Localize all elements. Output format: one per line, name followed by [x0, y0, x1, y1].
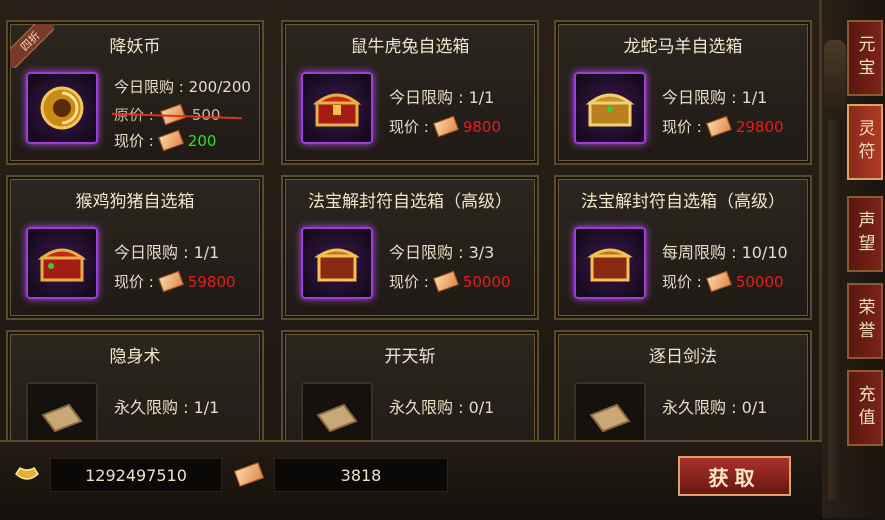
item-grid: 四折 降妖币 今日限购 : 200/200 原价 : 500 现价 : 200 …: [6, 20, 818, 440]
item-title: 降妖币: [109, 37, 161, 57]
tab-rongyu[interactable]: 荣誉: [847, 283, 883, 359]
current-price-value: 59800: [187, 272, 236, 291]
ticket-icon: [432, 270, 459, 293]
purchase-limit: 今日限购 : 1/1: [389, 88, 495, 107]
ticket-amount-field: 3818: [274, 458, 448, 492]
shop-item-card[interactable]: 法宝解封符自选箱（高级） 今日限购 : 3/3 现价 : 50000: [281, 175, 539, 320]
current-price-value: 50000: [462, 272, 511, 291]
red-chest-icon[interactable]: [26, 227, 98, 299]
current-price-label: 现价 :: [114, 273, 154, 291]
purchase-limit: 永久限购 : 0/1: [662, 398, 768, 417]
current-price-label: 现价 :: [389, 273, 429, 291]
tab-lingfu[interactable]: 灵符: [847, 104, 883, 180]
tab-chongzhi[interactable]: 充值: [847, 370, 883, 446]
ticket-icon: [432, 115, 459, 138]
shop-item-card[interactable]: 猴鸡狗猪自选箱 今日限购 : 1/1 现价 : 59800: [6, 175, 264, 320]
gold-coin-icon[interactable]: [26, 72, 98, 144]
ticket-icon: [157, 270, 184, 293]
purchase-limit: 今日限购 : 1/1: [662, 88, 768, 107]
item-title: 法宝解封符自选箱（高级）: [581, 192, 785, 212]
purchase-limit: 今日限购 : 1/1: [114, 243, 220, 262]
scroll-book-icon[interactable]: [26, 382, 98, 440]
item-title: 猴鸡狗猪自选箱: [75, 192, 195, 212]
purchase-limit: 永久限购 : 0/1: [389, 398, 495, 417]
lantern-icon: [824, 40, 846, 110]
tab-yuanbao[interactable]: 元宝: [847, 20, 883, 96]
gold-chest-icon[interactable]: [574, 72, 646, 144]
current-price: 现价 : 59800: [114, 270, 236, 293]
current-price-value: 200: [187, 131, 217, 150]
item-title: 逐日剑法: [649, 347, 717, 367]
shop-panel: 四折 降妖币 今日限购 : 200/200 原价 : 500 现价 : 200 …: [0, 0, 822, 520]
ticket-icon: [705, 115, 732, 138]
ticket-icon: [705, 270, 732, 293]
purchase-limit: 永久限购 : 1/1: [114, 398, 220, 417]
gold-chest-icon[interactable]: [574, 227, 646, 299]
current-price: 现价 : 200: [114, 129, 217, 152]
current-price-label: 现价 :: [114, 132, 154, 150]
scroll-book-icon[interactable]: [574, 382, 646, 440]
shop-item-card[interactable]: 龙蛇马羊自选箱 今日限购 : 1/1 现价 : 29800: [554, 20, 812, 165]
ticket-icon: [157, 129, 184, 152]
shop-item-card[interactable]: 隐身术 永久限购 : 1/1: [6, 330, 264, 440]
tab-shengwang[interactable]: 声望: [847, 196, 883, 272]
original-price-value: 500: [191, 105, 221, 124]
item-title: 鼠牛虎兔自选箱: [350, 37, 470, 57]
item-title: 龙蛇马羊自选箱: [623, 37, 743, 57]
item-title: 开天斩: [384, 347, 436, 367]
purchase-limit: 今日限购 : 3/3: [389, 243, 495, 262]
gold-ingot-icon: [14, 464, 40, 488]
item-title: 法宝解封符自选箱（高级）: [308, 192, 512, 212]
get-button[interactable]: 获取: [678, 456, 791, 496]
gold-amount-field: 1292497510: [50, 458, 222, 492]
category-sidebar: 元宝 灵符 声望 荣誉 充值: [822, 0, 885, 518]
shop-item-card[interactable]: 鼠牛虎兔自选箱 今日限购 : 1/1 现价 : 9800: [281, 20, 539, 165]
current-price-label: 现价 :: [662, 118, 702, 136]
current-price-value: 29800: [735, 117, 784, 136]
current-price-value: 9800: [462, 117, 502, 136]
ticket-icon: [233, 462, 265, 487]
shop-item-card[interactable]: 开天斩 永久限购 : 0/1: [281, 330, 539, 440]
gold-chest-icon[interactable]: [301, 227, 373, 299]
current-price: 现价 : 50000: [662, 270, 784, 293]
dragon-pillar: [828, 120, 842, 500]
item-title: 隐身术: [109, 347, 161, 367]
current-price-value: 50000: [735, 272, 784, 291]
current-price-label: 现价 :: [389, 118, 429, 136]
shop-item-card[interactable]: 逐日剑法 永久限购 : 0/1: [554, 330, 812, 440]
purchase-limit: 每周限购 : 10/10: [662, 243, 788, 262]
shop-item-card[interactable]: 四折 降妖币 今日限购 : 200/200 原价 : 500 现价 : 200: [6, 20, 264, 165]
purchase-limit: 今日限购 : 200/200: [114, 78, 251, 96]
current-price: 现价 : 50000: [389, 270, 511, 293]
current-price: 现价 : 9800: [389, 115, 502, 138]
shop-item-card[interactable]: 法宝解封符自选箱（高级） 每周限购 : 10/10 现价 : 50000: [554, 175, 812, 320]
current-price-label: 现价 :: [662, 273, 702, 291]
current-price: 现价 : 29800: [662, 115, 784, 138]
red-chest-icon[interactable]: [301, 72, 373, 144]
scroll-book-icon[interactable]: [301, 382, 373, 440]
